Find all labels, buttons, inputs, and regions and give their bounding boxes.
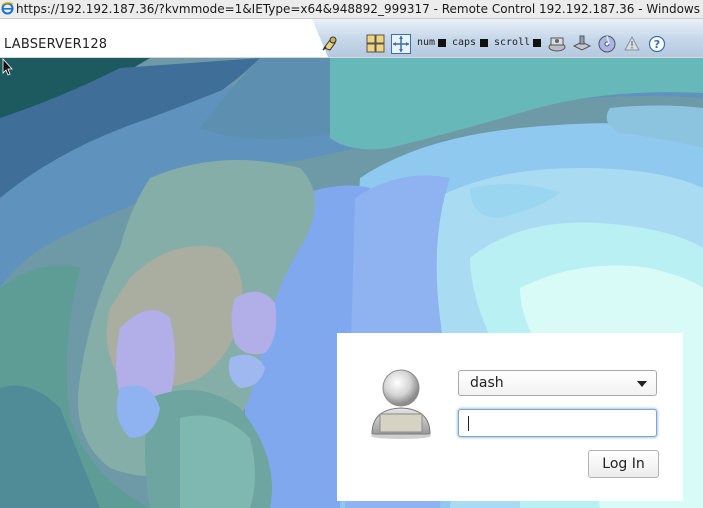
- login-panel: dash Log In: [337, 333, 683, 501]
- browser-title-bar: https://192.192.187.36/?kvmmode=1&IEType…: [0, 0, 703, 19]
- svg-text:?: ?: [654, 38, 660, 51]
- selected-username: dash: [470, 375, 504, 391]
- kvm-toolbar: LABSERVER128 num caps scroll ?: [0, 19, 703, 58]
- caps-lock-label: caps: [452, 37, 477, 48]
- username-dropdown[interactable]: dash: [458, 370, 657, 396]
- scroll-lock-label: scroll: [494, 37, 531, 48]
- caps-lock-indicator: [480, 39, 488, 47]
- usb-drive-icon[interactable]: [572, 34, 592, 54]
- alert-icon[interactable]: [622, 34, 642, 54]
- num-lock-label: num: [417, 37, 436, 48]
- user-avatar-icon: [371, 369, 431, 439]
- keyboard-icon[interactable]: [320, 34, 340, 54]
- scroll-lock-indicator: [533, 39, 541, 47]
- help-icon[interactable]: ?: [647, 34, 667, 54]
- floppy-drive-icon[interactable]: [547, 34, 567, 54]
- ie-logo-icon: [1, 2, 14, 15]
- cd-drive-icon[interactable]: [597, 34, 617, 54]
- ctrl-alt-del-icon[interactable]: [366, 34, 386, 54]
- password-field[interactable]: [458, 409, 657, 437]
- log-in-button[interactable]: Log In: [588, 450, 659, 478]
- server-name: LABSERVER128: [4, 37, 108, 52]
- text-cursor: [468, 416, 469, 431]
- move-icon[interactable]: [391, 34, 411, 54]
- window-title: https://192.192.187.36/?kvmmode=1&IEType…: [16, 2, 703, 16]
- num-lock-indicator: [438, 39, 446, 47]
- chevron-down-icon: [637, 381, 647, 387]
- mouse-cursor-icon: [2, 58, 13, 76]
